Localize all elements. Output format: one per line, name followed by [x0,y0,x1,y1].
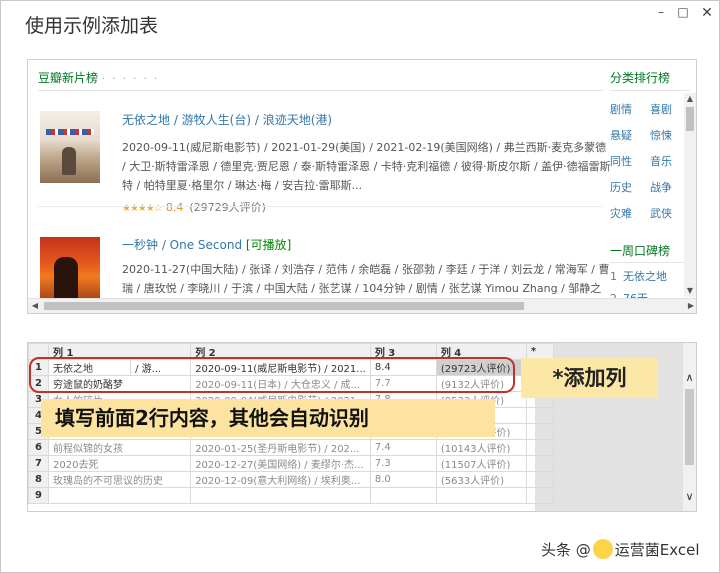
table-cell[interactable]: 7.3 [369,455,437,472]
movie-item: 一秒钟 / One Second [可播放] 2020-11-27(中国大陆) … [38,226,610,313]
movie-rating: ★★★★☆ 8.4 (29729人评价) [122,199,266,215]
scroll-thumb[interactable] [686,107,694,131]
table-cell[interactable]: 7.4 [369,439,437,456]
genre-link[interactable]: 战争 [650,179,672,195]
table-cell[interactable] [525,407,554,424]
scroll-up-icon[interactable]: ▲ [684,93,696,105]
table-row: 8 玫瑰岛的不可思议的历史 2020-12-09(意大利网络) / 埃利奥...… [28,471,554,488]
table-cell[interactable]: (5633人评价) [435,471,527,488]
weekly-ranking-header: 一周口碑榜 [610,244,671,258]
grid-vertical-scrollbar[interactable]: ∧ ∨ [683,343,696,511]
table-row: 6 前程似锦的女孩 2020-01-25(圣丹斯电影节) / 202... 7.… [28,439,554,456]
add-column-callout: *添加列 [521,358,658,398]
table-cell[interactable] [525,487,554,504]
table-cell[interactable]: 前程似锦的女孩 [47,439,192,456]
table-cell[interactable]: 玫瑰岛的不可思议的历史 [47,471,192,488]
table-cell[interactable] [525,455,554,472]
first-two-rows-highlight [29,357,515,393]
table-cell[interactable] [190,487,371,504]
category-ranking-header: 分类排行榜 [610,71,671,85]
scroll-down-icon[interactable]: ∨ [683,490,696,503]
row-number: 8 [28,471,49,488]
sidebar-divider [610,90,690,91]
sidebar-divider [610,262,690,263]
movie-title-link[interactable]: 一秒钟 / One Second [可播放] [122,236,291,253]
playable-tag: [可播放] [245,238,292,252]
table-row: 7 2020去死 2020-12-27(美国网络) / 麦缪尔·杰... 7.3… [28,455,554,472]
genre-link[interactable]: 武侠 [650,205,672,221]
scroll-down-icon[interactable]: ▼ [684,285,696,297]
table-cell[interactable]: 8.0 [369,471,437,488]
genre-link[interactable]: 灾难 [610,205,632,221]
row-number: 9 [28,487,49,504]
table-cell[interactable]: (11507人评价) [435,455,527,472]
movie-title-link[interactable]: 无依之地 / 游牧人生(台) / 浪迹天地(港) [122,111,332,128]
table-cell[interactable]: (10143人评价) [435,439,527,456]
genre-link[interactable]: 音乐 [650,153,672,169]
scroll-thumb[interactable] [44,302,524,310]
table-cell[interactable] [369,487,437,504]
table-cell[interactable] [435,487,527,504]
genre-link[interactable]: 悬疑 [610,127,632,143]
watermark-logo-icon [592,539,613,559]
movie-poster-image[interactable] [40,111,100,183]
genre-link[interactable]: 历史 [610,179,632,195]
scroll-up-icon[interactable]: ∧ [683,371,696,384]
star-rating-icon: ★★★★☆ [122,203,163,214]
douban-new-movies-header: 豆瓣新片榜 · · · · · · [38,69,159,86]
scroll-thumb[interactable] [685,389,694,465]
add-table-by-example-dialog: 使用示例添加表 – □ ✕ 豆瓣新片榜 · · · · · · 无依之地 / 游牧… [0,0,720,573]
movie-score: 8.4 [165,201,184,214]
close-button[interactable]: ✕ [697,5,717,21]
auto-detect-hint-callout: 填写前面2行内容，其他会自动识别 [41,399,495,437]
scroll-left-icon[interactable]: ◀ [28,299,42,313]
movie-divider [38,206,603,207]
header-label: 豆瓣新片榜 [38,71,99,85]
table-cell[interactable] [525,471,554,488]
genre-link[interactable]: 惊悚 [650,127,672,143]
table-cell[interactable]: 2020去死 [47,455,192,472]
scroll-right-icon[interactable]: ▶ [684,299,696,313]
row-number: 6 [28,439,49,456]
row-number: 7 [28,455,49,472]
weekly-ranking-item[interactable]: 1 无依之地 [610,268,667,284]
movie-item: 无依之地 / 游牧人生(台) / 浪迹天地(港) 2020-09-11(威尼斯电… [38,98,611,218]
preview-vertical-scrollbar[interactable]: ▲ ▼ [684,93,696,297]
preview-horizontal-scrollbar[interactable]: ◀ ▶ [28,298,696,313]
genre-link[interactable]: 喜剧 [650,101,672,117]
table-cell[interactable] [525,423,554,440]
table-cell[interactable] [525,439,554,456]
web-preview-panel: 豆瓣新片榜 · · · · · · 无依之地 / 游牧人生(台) / 浪迹天地(港… [27,59,697,314]
genre-link[interactable]: 剧情 [610,101,632,117]
table-cell[interactable]: 2020-12-27(美国网络) / 麦缪尔·杰... [190,455,371,472]
table-row: 9 [28,487,554,504]
maximize-button[interactable]: □ [673,5,693,19]
table-cell[interactable]: 2020-01-25(圣丹斯电影节) / 202... [190,439,371,456]
movie-votes: (29729人评价) [189,201,266,214]
watermark: 头条 @ 运营菌Excel [541,539,700,559]
table-cell[interactable] [47,487,192,504]
table-cell[interactable]: 2020-12-09(意大利网络) / 埃利奥... [190,471,371,488]
dialog-title: 使用示例添加表 [25,15,159,37]
header-divider [38,90,603,91]
genre-link[interactable]: 同性 [610,153,632,169]
minimize-button[interactable]: – [651,5,671,19]
movie-description: 2020-09-11(威尼斯电影节) / 2021-01-29(美国) / 20… [122,141,611,192]
header-dots: · · · · · · [102,74,159,85]
